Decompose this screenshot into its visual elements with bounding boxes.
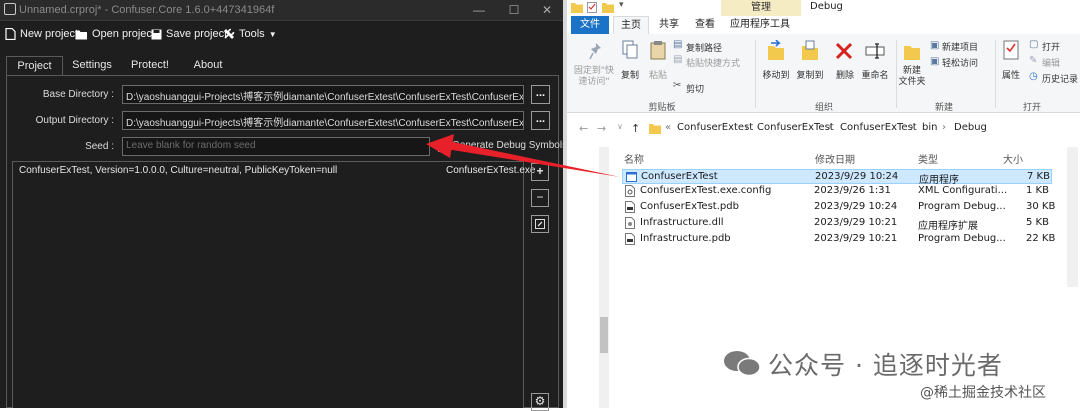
- watermark-account: 公众号 · 追逐时光者: [768, 351, 1003, 380]
- watermark-site: @稀土掘金技术社区: [920, 385, 1046, 401]
- wechat-logo-icon: [724, 351, 761, 377]
